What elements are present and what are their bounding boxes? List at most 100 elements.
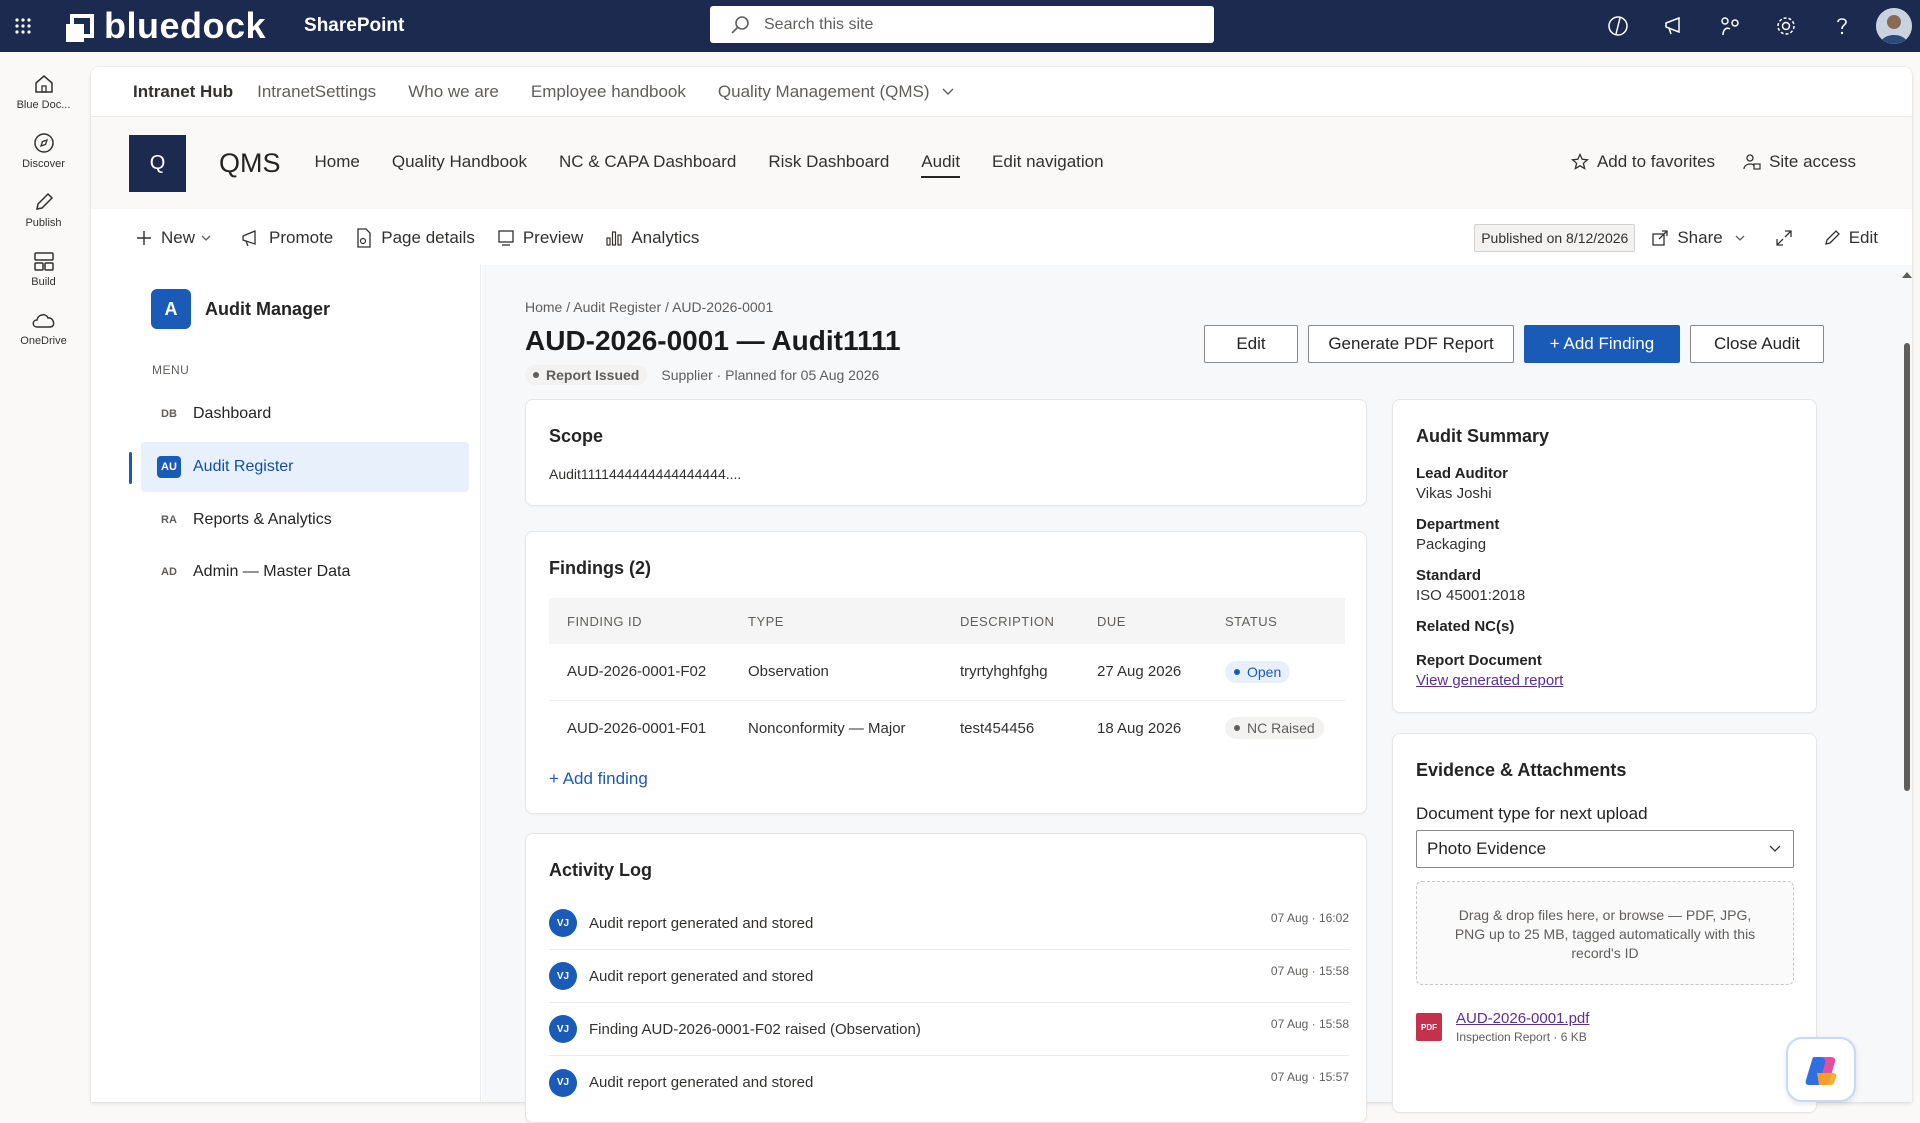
findings-card: Findings (2) FINDING ID TYPE DESCRIPTION… <box>525 531 1367 814</box>
attachment-item[interactable]: PDF AUD-2026-0001.pdf Inspection Report … <box>1416 1010 1589 1044</box>
finding-id[interactable]: AUD-2026-0001-F02 <box>549 644 730 701</box>
site-access-button[interactable]: Site access <box>1743 152 1856 172</box>
add-finding-button[interactable]: + Add Finding <box>1524 325 1680 363</box>
new-button[interactable]: New <box>135 228 219 248</box>
user-avatar[interactable] <box>1876 8 1912 44</box>
scroll-up-arrow-icon[interactable] <box>1901 271 1913 279</box>
rail-onedrive[interactable]: OneDrive <box>0 298 87 356</box>
chevron-down-icon <box>1735 235 1745 241</box>
rail-build[interactable]: Build <box>0 239 87 297</box>
sidebar-item-admin-master-data[interactable]: AD Admin — Master Data <box>141 547 469 597</box>
lead-auditor-value: Vikas Joshi <box>1416 485 1492 502</box>
rail-publish[interactable]: Publish <box>0 180 87 238</box>
site-nav-home[interactable]: Home <box>315 148 360 178</box>
activity-log-title: Activity Log <box>549 860 653 880</box>
page-scrollbar[interactable] <box>1900 263 1912 1102</box>
edit-page-button[interactable]: Edit <box>1823 228 1878 248</box>
rail-discover[interactable]: Discover <box>0 121 87 179</box>
copilot-button[interactable] <box>1786 1037 1856 1102</box>
col-description[interactable]: DESCRIPTION <box>942 598 1079 644</box>
site-nav-nc-capa-dashboard[interactable]: NC & CAPA Dashboard <box>559 148 736 178</box>
site-nav-risk-dashboard[interactable]: Risk Dashboard <box>768 148 889 178</box>
analytics-label: Analytics <box>631 228 700 247</box>
col-finding-id[interactable]: FINDING ID <box>549 598 730 644</box>
scrollbar-thumb[interactable] <box>1904 343 1910 791</box>
col-due[interactable]: DUE <box>1079 598 1207 644</box>
app-launcher-icon[interactable] <box>0 0 46 52</box>
finding-due: 18 Aug 2026 <box>1097 719 1182 737</box>
table-row[interactable]: AUD-2026-0001-F01 Nonconformity — Major … <box>549 700 1345 756</box>
col-type[interactable]: TYPE <box>730 598 942 644</box>
col-status[interactable]: STATUS <box>1207 598 1345 644</box>
nav-abbr: RA <box>161 514 177 526</box>
breadcrumb[interactable]: Home / Audit Register / AUD-2026-0001 <box>525 299 773 315</box>
search-box[interactable]: Search this site <box>710 6 1214 43</box>
list-item: VJ Audit report generated and stored 07 … <box>549 1056 1349 1109</box>
doc-type-select[interactable]: Photo Evidence <box>1416 830 1794 868</box>
lead-auditor-label: Lead Auditor <box>1416 465 1508 482</box>
attachment-meta: Inspection Report · 6 KB <box>1456 1030 1587 1044</box>
page-title: AUD-2026-0001 — Audit1111 <box>525 325 901 356</box>
add-to-favorites-button[interactable]: Add to favorites <box>1570 152 1715 172</box>
hub-link-qms[interactable]: Quality Management (QMS) <box>718 82 954 102</box>
preview-button[interactable]: Preview <box>497 228 583 248</box>
scope-title: Scope <box>549 426 604 446</box>
sidebar-item-dashboard[interactable]: DB Dashboard <box>141 389 469 439</box>
compass-icon <box>33 132 54 153</box>
file-dropzone[interactable]: Drag & drop files here, or browse — PDF,… <box>1416 881 1794 985</box>
site-nav-quality-handbook[interactable]: Quality Handbook <box>392 148 527 178</box>
pen-icon <box>35 192 53 210</box>
settings-gear-icon[interactable] <box>1758 0 1814 52</box>
hub-link-employee-handbook[interactable]: Employee handbook <box>531 82 686 102</box>
activity-text: Audit report generated and stored <box>589 1074 814 1091</box>
site-nav-edit-navigation[interactable]: Edit navigation <box>992 148 1104 178</box>
diagnostics-icon[interactable] <box>1590 0 1646 52</box>
finding-description: test454456 <box>960 719 1035 737</box>
command-bar: New Promote Page details Preview Analyti… <box>91 209 1912 267</box>
hub-link-intranet-settings[interactable]: IntranetSettings <box>257 82 376 102</box>
analytics-button[interactable]: Analytics <box>605 228 699 248</box>
record-subtitle: Supplier · Planned for 05 Aug 2026 <box>661 367 880 383</box>
app-bar: Blue Doc... Discover Publish Build OneDr… <box>0 52 87 1102</box>
announcement-icon[interactable] <box>1646 0 1702 52</box>
generate-pdf-button[interactable]: Generate PDF Report <box>1308 325 1514 363</box>
share-button[interactable]: Share <box>1651 228 1752 248</box>
rail-home-label: Blue Doc... <box>16 98 71 111</box>
close-audit-button[interactable]: Close Audit <box>1690 325 1824 363</box>
nav-abbr: AU <box>157 456 181 478</box>
view-report-link[interactable]: View generated report <box>1416 672 1563 689</box>
activity-text: Audit report generated and stored <box>589 967 814 985</box>
site-logo[interactable]: Q <box>129 134 186 192</box>
rail-home[interactable]: Blue Doc... <box>0 62 87 120</box>
edit-button[interactable]: Edit <box>1204 325 1298 363</box>
attachment-link[interactable]: AUD-2026-0001.pdf <box>1456 1010 1589 1027</box>
page-details-button[interactable]: Page details <box>355 228 475 248</box>
finding-id[interactable]: AUD-2026-0001-F01 <box>549 700 730 756</box>
table-row[interactable]: AUD-2026-0001-F02 Observation tryrtyhghf… <box>549 644 1345 701</box>
audit-summary-title: Audit Summary <box>1416 426 1550 446</box>
brand-logo[interactable]: bluedock <box>64 5 266 47</box>
site-title[interactable]: QMS <box>219 148 281 179</box>
app-name[interactable]: SharePoint <box>304 15 404 37</box>
activity-text: Finding AUD-2026-0001-F02 raised (Observ… <box>589 1020 921 1038</box>
activity-time: 07 Aug · 16:02 <box>1270 911 1349 925</box>
share-network-icon[interactable] <box>1702 0 1758 52</box>
expand-button[interactable] <box>1775 229 1801 247</box>
help-icon[interactable] <box>1814 0 1870 52</box>
sidebar-item-audit-register[interactable]: AU Audit Register <box>129 442 469 492</box>
department-label: Department <box>1416 516 1500 533</box>
active-indicator <box>129 452 132 484</box>
chevron-down-icon <box>1769 845 1781 852</box>
hub-link-who-we-are[interactable]: Who we are <box>408 82 499 102</box>
activity-time: 07 Aug · 15:57 <box>1270 1070 1349 1084</box>
site-nav-audit[interactable]: Audit <box>921 148 961 178</box>
add-finding-link[interactable]: + Add finding <box>549 769 648 789</box>
pencil-icon <box>1824 230 1840 245</box>
hub-title[interactable]: Intranet Hub <box>133 82 233 102</box>
sidebar-item-reports-analytics[interactable]: RA Reports & Analytics <box>141 495 469 545</box>
lead-auditor-field: Lead Auditor Vikas Joshi <box>1416 465 1508 502</box>
findings-table: FINDING ID TYPE DESCRIPTION DUE STATUS A… <box>549 598 1345 756</box>
promote-button[interactable]: Promote <box>241 228 333 248</box>
related-nc-label: Related NC(s) <box>1416 618 1515 635</box>
status-dot <box>1234 668 1240 675</box>
